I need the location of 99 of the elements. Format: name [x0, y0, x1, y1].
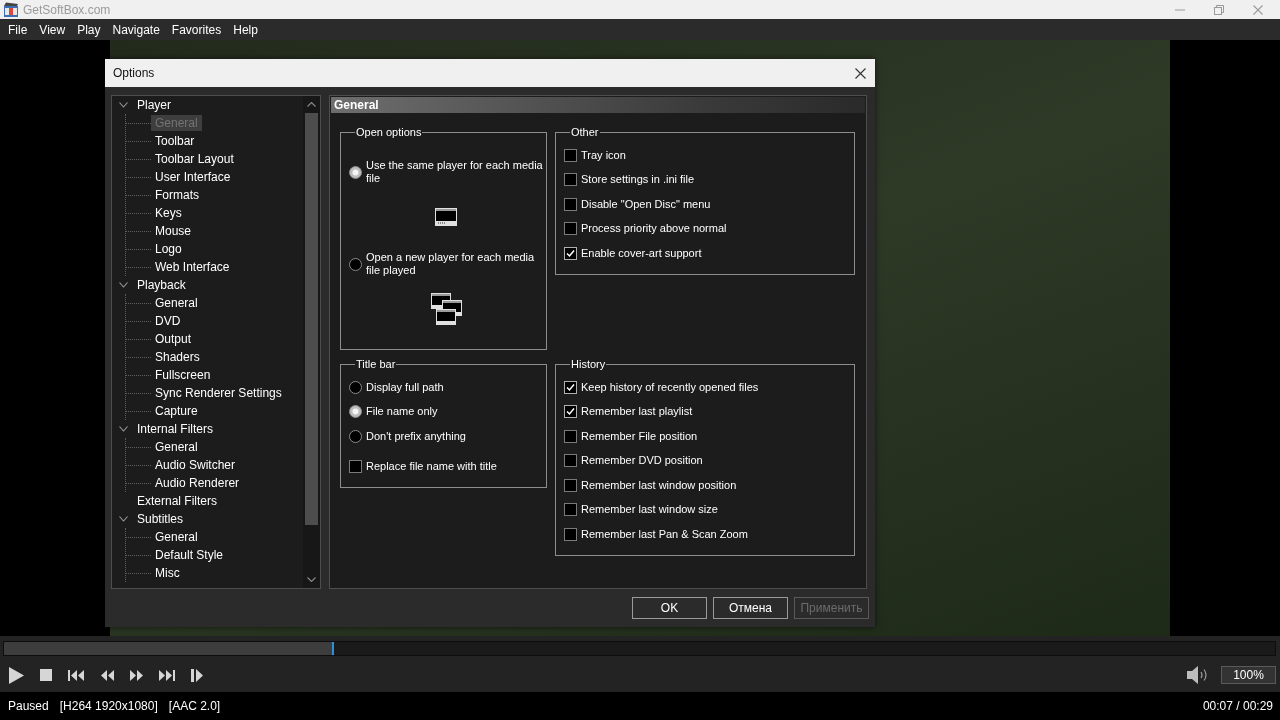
checkbox[interactable]	[564, 173, 577, 187]
tree-item[interactable]: Internal Filters	[135, 421, 216, 437]
stacked-windows-icon	[430, 293, 462, 325]
time-display: 00:07 / 00:29	[1202, 698, 1273, 715]
checkbox[interactable]	[564, 380, 577, 394]
tree-item[interactable]: Fullscreen	[151, 367, 215, 383]
checkbox[interactable]	[564, 503, 577, 517]
single-window-icon	[435, 208, 457, 226]
cancel-button[interactable]: Отмена	[713, 597, 788, 619]
play-icon[interactable]	[9, 666, 24, 684]
group-title: Title bar	[355, 358, 397, 370]
tree-item[interactable]: Mouse	[151, 223, 196, 239]
playback-status: Paused	[8, 698, 49, 715]
tree-item[interactable]: Audio Switcher	[151, 457, 240, 473]
tree-item[interactable]: Web Interface	[151, 259, 234, 275]
menu-item[interactable]: Favorites	[165, 21, 228, 38]
radio-button[interactable]	[349, 405, 362, 419]
menu-item[interactable]: File	[2, 21, 34, 38]
checkbox[interactable]	[564, 197, 577, 211]
tree-item[interactable]: General	[151, 439, 202, 455]
menu-item[interactable]: Help	[227, 21, 264, 38]
radio-button[interactable]	[349, 257, 362, 271]
tree-item[interactable]: Playback	[135, 277, 188, 293]
radio-label: Don't prefix anything	[366, 429, 466, 443]
fast-forward-icon[interactable]	[130, 669, 143, 681]
frame-step-icon[interactable]	[191, 668, 203, 682]
tree-item[interactable]: Capture	[151, 403, 202, 419]
tree-item[interactable]: Sync Renderer Settings	[151, 385, 286, 401]
skip-forward-icon[interactable]	[159, 669, 175, 681]
checkbox[interactable]	[564, 148, 577, 162]
checkbox[interactable]	[564, 478, 577, 492]
volume-reading: 100%	[1221, 666, 1276, 684]
tree-item[interactable]: External Filters	[135, 493, 220, 509]
checkbox-label: Tray icon	[581, 148, 626, 162]
checkbox[interactable]	[564, 246, 577, 260]
group-title: Other	[570, 126, 600, 138]
close-icon[interactable]	[855, 67, 866, 79]
tree-item[interactable]: Output	[151, 331, 196, 347]
checkbox[interactable]	[564, 454, 577, 468]
menu-item[interactable]: Play	[71, 21, 107, 38]
checkbox-label: Remember DVD position	[581, 454, 703, 468]
radio-button[interactable]	[349, 165, 362, 179]
radio-label: Open a new player for each media file played	[366, 251, 536, 277]
checkbox-label: Disable "Open Disc" menu	[581, 197, 711, 211]
checkbox[interactable]	[564, 527, 577, 541]
speaker-icon[interactable]	[1187, 665, 1208, 685]
checkbox-label: Remember last playlist	[581, 405, 693, 419]
tree-item[interactable]: Misc	[151, 565, 184, 581]
dialog-title: Options	[113, 66, 155, 80]
checkbox[interactable]	[564, 222, 577, 236]
tree-item[interactable]: General	[151, 529, 202, 545]
chevron-down-icon[interactable]	[119, 102, 128, 108]
tree-item[interactable]: General	[151, 295, 202, 311]
radio-label: Use the same player for each media file	[366, 159, 543, 185]
window-title: GetSoftBox.com	[23, 2, 111, 17]
scroll-up-icon[interactable]	[307, 102, 316, 107]
scroll-down-icon[interactable]	[307, 577, 316, 582]
checkbox-label: Remember last window position	[581, 478, 737, 492]
tree-item[interactable]: Keys	[151, 205, 186, 221]
chevron-down-icon[interactable]	[119, 282, 128, 288]
rewind-icon[interactable]	[100, 669, 114, 681]
radio-label: File name only	[366, 405, 438, 419]
video-info: [H264 1920x1080]	[59, 698, 158, 715]
checkbox[interactable]	[564, 405, 577, 419]
group-title: History	[570, 358, 607, 370]
checkbox-label: Process priority above normal	[581, 222, 727, 236]
checkbox-label: Remember last Pan & Scan Zoom	[581, 527, 748, 541]
skip-back-icon[interactable]	[68, 669, 84, 681]
tree-item[interactable]: Audio Renderer	[151, 475, 244, 491]
scrollbar-thumb[interactable]	[305, 113, 318, 525]
tree-item[interactable]: Subtitles	[135, 511, 186, 527]
page-title: General	[331, 97, 865, 113]
checkbox-label: Enable cover-art support	[581, 246, 702, 260]
tree-item[interactable]: Player	[135, 97, 173, 113]
checkbox-label: Remember File position	[581, 429, 698, 443]
tree-item[interactable]: Logo	[151, 241, 186, 257]
group-title: Open options	[355, 126, 423, 138]
checkbox-label: Remember last window size	[581, 503, 718, 517]
menu-item[interactable]: Navigate	[106, 21, 166, 38]
tree-item[interactable]: Toolbar Layout	[151, 151, 238, 167]
checkbox-label: Keep history of recently opened files	[581, 380, 759, 394]
tree-item[interactable]: Default Style	[151, 547, 228, 563]
radio-button[interactable]	[349, 429, 362, 443]
tree-item[interactable]: Shaders	[151, 349, 204, 365]
tree-item[interactable]: Toolbar	[151, 133, 199, 149]
tree-item[interactable]: User Interface	[151, 169, 235, 185]
audio-info: [AAC 2.0]	[168, 698, 221, 715]
checkbox-label: Replace file name with title	[366, 460, 497, 474]
tree-item[interactable]: Formats	[151, 187, 203, 203]
tree-item[interactable]: DVD	[151, 313, 185, 329]
checkbox[interactable]	[564, 429, 577, 443]
radio-label: Display full path	[366, 380, 444, 394]
chevron-down-icon[interactable]	[119, 516, 128, 522]
radio-button[interactable]	[349, 380, 362, 394]
menu-item[interactable]: View	[33, 21, 72, 38]
ok-button[interactable]: OK	[632, 597, 707, 619]
checkbox-label: Store settings in .ini file	[581, 173, 695, 187]
checkbox[interactable]	[349, 460, 362, 474]
chevron-down-icon[interactable]	[119, 426, 128, 432]
